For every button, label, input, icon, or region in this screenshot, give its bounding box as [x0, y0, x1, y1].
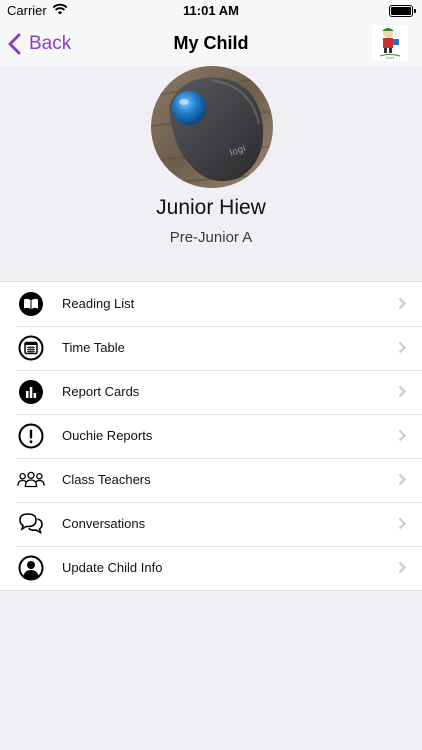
menu-item-time-table[interactable]: Time Table	[0, 326, 422, 370]
people-icon	[17, 467, 45, 493]
battery-icon	[389, 5, 416, 17]
svg-text:Seri: Seri	[386, 55, 395, 60]
navigation-bar: Back My Child Seri	[0, 22, 422, 67]
menu-item-report-cards[interactable]: Report Cards	[0, 370, 422, 414]
chevron-right-icon	[398, 429, 406, 442]
menu-item-conversations[interactable]: Conversations	[0, 502, 422, 546]
page-title: My Child	[173, 33, 249, 53]
child-avatar[interactable]: logi	[151, 66, 273, 188]
chevron-right-icon	[398, 297, 406, 310]
school-logo[interactable]: Seri	[372, 25, 408, 61]
status-bar: Carrier 11:01 AM	[0, 0, 422, 22]
chat-bubbles-icon	[17, 511, 45, 537]
child-class: Pre-Junior A	[169, 229, 253, 246]
menu-item-label: Update Child Info	[62, 560, 163, 575]
book-icon	[17, 291, 45, 317]
chevron-right-icon	[398, 473, 406, 486]
menu-item-label: Ouchie Reports	[62, 428, 153, 443]
chevron-right-icon	[398, 561, 406, 574]
menu-list: Reading List Time Table Report Cards Ouc…	[0, 281, 422, 591]
menu-item-class-teachers[interactable]: Class Teachers	[0, 458, 422, 502]
menu-item-label: Reading List	[62, 296, 135, 311]
menu-item-label: Time Table	[62, 340, 125, 355]
chevron-right-icon	[398, 341, 406, 354]
menu-item-reading-list[interactable]: Reading List	[0, 282, 422, 326]
menu-item-ouchie-reports[interactable]: Ouchie Reports	[0, 414, 422, 458]
bar-chart-icon	[17, 379, 45, 405]
user-circle-icon	[17, 555, 45, 581]
menu-item-update-child-info[interactable]: Update Child Info	[0, 546, 422, 590]
exclamation-icon	[17, 423, 45, 449]
menu-item-label: Conversations	[62, 516, 146, 531]
child-name: Junior Hiew	[156, 196, 266, 219]
child-profile: logi Junior Hiew Pre-Junior A	[0, 66, 422, 280]
chevron-right-icon	[398, 517, 406, 530]
menu-item-label: Report Cards	[62, 384, 140, 399]
menu-item-label: Class Teachers	[62, 472, 151, 487]
chevron-right-icon	[398, 385, 406, 398]
clock: 11:01 AM	[183, 3, 239, 18]
calendar-icon	[17, 335, 45, 361]
